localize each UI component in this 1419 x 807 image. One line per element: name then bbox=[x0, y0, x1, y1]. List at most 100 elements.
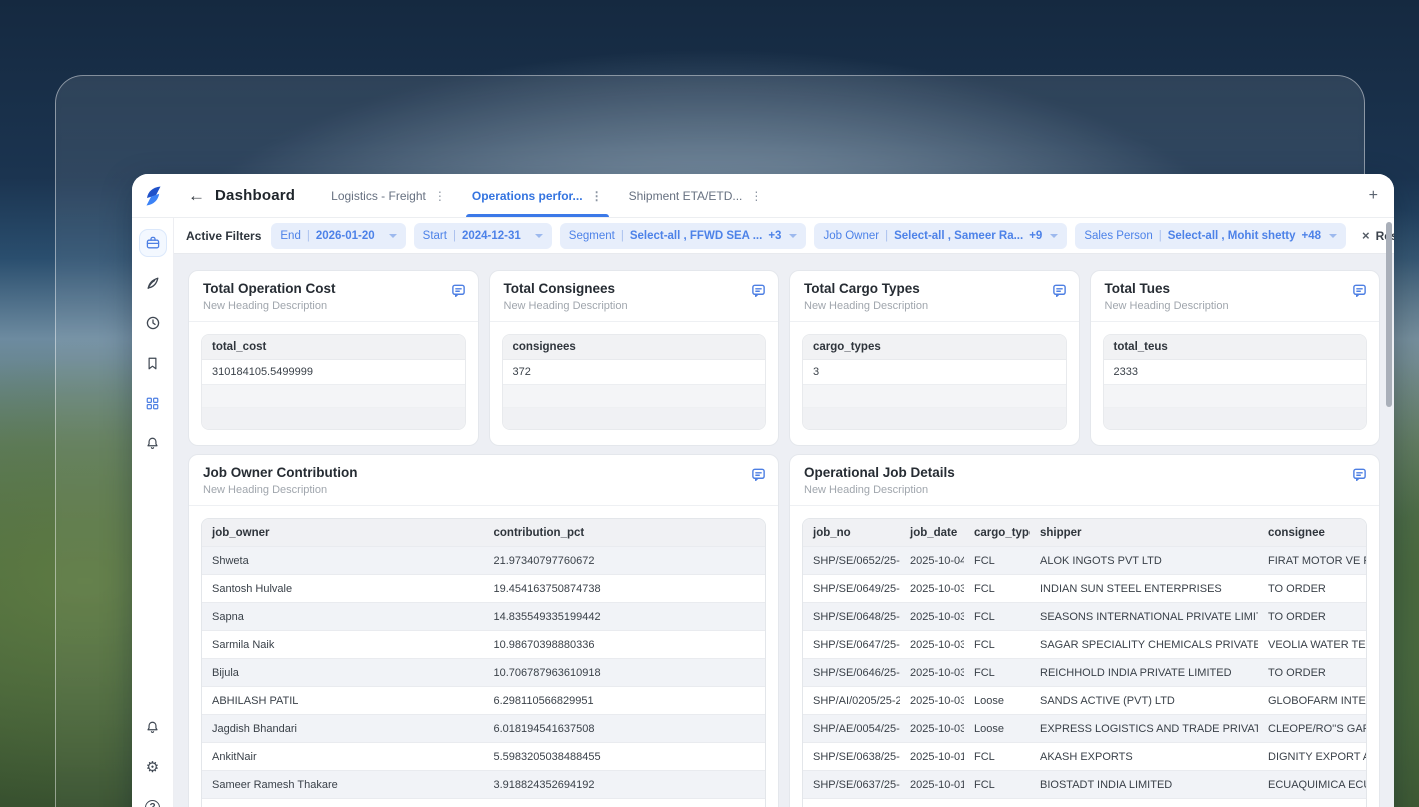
cargo-type-cell: FCL bbox=[964, 631, 1030, 658]
filter-chip-extra: +9 bbox=[1029, 230, 1042, 242]
filter-chip-name: Segment bbox=[569, 230, 615, 242]
column-header[interactable]: shipper bbox=[1030, 519, 1258, 546]
comment-icon[interactable] bbox=[451, 283, 466, 303]
comment-icon[interactable] bbox=[1352, 467, 1367, 487]
comment-icon[interactable] bbox=[751, 467, 766, 487]
column-header[interactable]: job_date bbox=[900, 519, 964, 546]
filter-chip-name: Sales Person bbox=[1084, 230, 1152, 242]
sidebar-item-settings[interactable]: ⚙ bbox=[139, 753, 167, 781]
table-row[interactable]: ABHILASH PATIL 6.298110566829951 bbox=[202, 687, 765, 715]
comment-icon[interactable] bbox=[751, 283, 766, 303]
table-row[interactable]: Jagdish Pillai 0.13995801259622112 bbox=[202, 799, 765, 807]
consignee-cell: TO ORDER bbox=[1258, 603, 1367, 630]
tab-logistics-freight[interactable]: Logistics - Freight ⋮ bbox=[323, 174, 454, 217]
table-row[interactable]: Sameer Ramesh Thakare 3.918824352694192 bbox=[202, 771, 765, 799]
table-row[interactable]: Sapna 14.835549335199442 bbox=[202, 603, 765, 631]
table-row[interactable]: SHP/SE/0648/25-26 2025-10-03 FCL SEASONS… bbox=[803, 603, 1366, 631]
column-header[interactable]: job_owner bbox=[202, 519, 484, 546]
consignee-cell: VEOLIA WATER TECHNOLOGI bbox=[1258, 631, 1367, 658]
table-row[interactable]: SHP/SE/0635/25-26 2025-10-01 FCL MILLENN… bbox=[803, 799, 1366, 807]
contribution-pct-cell: 21.97340797760672 bbox=[484, 547, 766, 574]
kpi-card: Total Cargo Types New Heading Descriptio… bbox=[789, 270, 1080, 446]
filter-chip[interactable]: End | 2026-01-20 bbox=[271, 223, 405, 249]
comment-icon[interactable] bbox=[1052, 283, 1067, 303]
job-no-cell: SHP/SE/0649/25-26 bbox=[803, 575, 900, 602]
grid-icon bbox=[145, 396, 160, 411]
sidebar-item-help[interactable]: ? bbox=[139, 793, 167, 807]
shipper-cell: ALOK INGOTS PVT LTD bbox=[1030, 547, 1258, 574]
tab-operations-performance[interactable]: Operations perfor... ⋮ bbox=[464, 174, 611, 217]
tab-shipment-eta-etd[interactable]: Shipment ETA/ETD... ⋮ bbox=[621, 174, 771, 217]
column-header[interactable]: job_no bbox=[803, 519, 900, 546]
dashboard-canvas: Total Operation Cost New Heading Descrip… bbox=[174, 254, 1394, 807]
window-frame: ← Dashboard Logistics - Freight ⋮ Operat… bbox=[55, 75, 1365, 807]
table-row[interactable]: SHP/SE/0646/25-26 2025-10-03 FCL REICHHO… bbox=[803, 659, 1366, 687]
job-owner-contribution-card: Job Owner Contribution New Heading Descr… bbox=[188, 454, 779, 807]
table-row[interactable]: Sarmila Naik 10.98670398880336 bbox=[202, 631, 765, 659]
job-no-cell: SHP/AE/0054/25-26 bbox=[803, 715, 900, 742]
kpi-mini-table: consignees 372 bbox=[502, 334, 767, 430]
kpi-card: Total Consignees New Heading Description bbox=[489, 270, 780, 446]
sidebar-item-dashboards[interactable] bbox=[139, 389, 167, 417]
sidebar-item-history[interactable] bbox=[139, 309, 167, 337]
table-row[interactable]: AnkitNair 5.5983205038488455 bbox=[202, 743, 765, 771]
sidebar-item-alerts[interactable] bbox=[139, 713, 167, 741]
left-sidebar: ⚙ ? + bbox=[132, 218, 174, 807]
sidebar-item-bookmarks[interactable] bbox=[139, 349, 167, 377]
kpi-empty-row bbox=[202, 385, 465, 408]
filter-chip[interactable]: Sales Person | Select-all , Mohit shetty… bbox=[1075, 223, 1346, 249]
job-no-cell: SHP/SE/0638/25-26 bbox=[803, 743, 900, 770]
tab-kebab-icon[interactable]: ⋮ bbox=[591, 189, 603, 203]
filter-chip-value: Select-all , Mohit shetty bbox=[1168, 230, 1296, 242]
sidebar-item-workspace[interactable] bbox=[139, 229, 167, 257]
kpi-empty-row bbox=[803, 408, 1066, 430]
table-row[interactable]: SHP/SE/0652/25-26 2025-10-04 FCL ALOK IN… bbox=[803, 547, 1366, 575]
table-row[interactable]: SHP/SE/0638/25-26 2025-10-01 FCL AKASH E… bbox=[803, 743, 1366, 771]
job-no-cell: SHP/SE/0652/25-26 bbox=[803, 547, 900, 574]
table-row[interactable]: SHP/AI/0205/25-26 2025-10-03 Loose SANDS… bbox=[803, 687, 1366, 715]
table-row[interactable]: SHP/SE/0649/25-26 2025-10-03 FCL INDIAN … bbox=[803, 575, 1366, 603]
filter-chip[interactable]: Job Owner | Select-all , Sameer Ra... +9 bbox=[814, 223, 1067, 249]
kpi-card-description: New Heading Description bbox=[1105, 300, 1366, 312]
tab-kebab-icon[interactable]: ⋮ bbox=[750, 189, 762, 203]
cargo-type-cell: FCL bbox=[964, 799, 1030, 807]
shipper-cell: SAGAR SPECIALITY CHEMICALS PRIVATE LIMIT… bbox=[1030, 631, 1258, 658]
back-button[interactable]: ← bbox=[188, 187, 205, 204]
column-header[interactable]: contribution_pct bbox=[484, 519, 766, 546]
table-row[interactable]: SHP/AE/0054/25-26 2025-10-03 Loose EXPRE… bbox=[803, 715, 1366, 743]
shipper-cell: REICHHOLD INDIA PRIVATE LIMITED bbox=[1030, 659, 1258, 686]
consignee-cell: GLOBOFARM INTERNATIONA bbox=[1258, 687, 1367, 714]
kpi-card-description: New Heading Description bbox=[804, 300, 1065, 312]
cargo-type-cell: FCL bbox=[964, 603, 1030, 630]
filter-chip-name: End bbox=[280, 230, 300, 242]
filter-chip[interactable]: Segment | Select-all , FFWD SEA ... +3 bbox=[560, 223, 807, 249]
column-header[interactable]: cargo_type bbox=[964, 519, 1030, 546]
tab-kebab-icon[interactable]: ⋮ bbox=[434, 189, 446, 203]
sidebar-item-compose[interactable] bbox=[139, 269, 167, 297]
app-logo[interactable] bbox=[132, 174, 174, 218]
comment-icon[interactable] bbox=[1352, 283, 1367, 303]
column-header[interactable]: consignee bbox=[1258, 519, 1367, 546]
table-row[interactable]: Jagdish Bhandari 6.018194541637508 bbox=[202, 715, 765, 743]
kpi-card-title: Total Tues bbox=[1105, 281, 1366, 296]
sidebar-item-notifications[interactable] bbox=[139, 429, 167, 457]
contribution-pct-cell: 10.98670398880336 bbox=[484, 631, 766, 658]
filter-chip-name: Start bbox=[423, 230, 447, 242]
kpi-mini-table: cargo_types 3 bbox=[802, 334, 1067, 430]
table-row[interactable]: SHP/SE/0647/25-26 2025-10-03 FCL SAGAR S… bbox=[803, 631, 1366, 659]
tab-label: Logistics - Freight bbox=[331, 189, 426, 203]
table-row[interactable]: Santosh Hulvale 19.454163750874738 bbox=[202, 575, 765, 603]
filter-chip-value: Select-all , FFWD SEA ... bbox=[630, 230, 763, 242]
job-no-cell: SHP/SE/0648/25-26 bbox=[803, 603, 900, 630]
job-details-table: job_no job_date cargo_type shipper consi… bbox=[802, 518, 1367, 807]
filter-chip[interactable]: Start | 2024-12-31 bbox=[414, 223, 552, 249]
table-row[interactable]: Shweta 21.97340797760672 bbox=[202, 547, 765, 575]
chevron-down-icon bbox=[1329, 234, 1337, 238]
kpi-card-title: Total Cargo Types bbox=[804, 281, 1065, 296]
table-row[interactable]: Bijula 10.706787963610918 bbox=[202, 659, 765, 687]
table-row[interactable]: SHP/SE/0637/25-26 2025-10-01 FCL BIOSTAD… bbox=[803, 771, 1366, 799]
kpi-card: Total Operation Cost New Heading Descrip… bbox=[188, 270, 479, 446]
contribution-pct-cell: 5.5983205038488455 bbox=[484, 743, 766, 770]
vertical-scrollbar-thumb[interactable] bbox=[1386, 222, 1392, 407]
add-tab-button[interactable]: + bbox=[1369, 187, 1378, 205]
